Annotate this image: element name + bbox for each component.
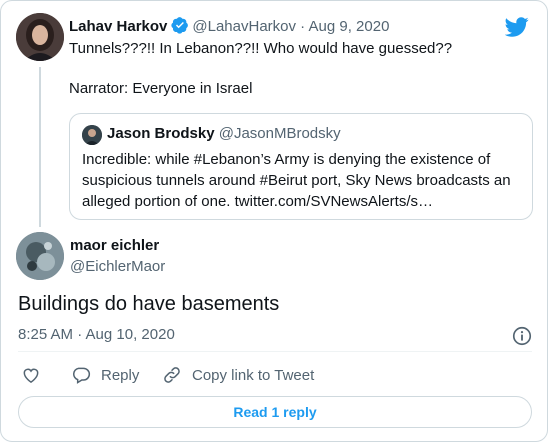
reply-tweet-text: Buildings do have basements xyxy=(18,293,280,315)
divider xyxy=(18,351,532,352)
parent-author-name[interactable]: Lahav Harkov xyxy=(69,18,167,35)
quoted-tweet[interactable]: Jason Brodsky @JasonMBrodsky Incredible:… xyxy=(69,113,533,220)
quoted-author-handle: @JasonMBrodsky xyxy=(218,125,341,142)
reply-icon xyxy=(73,367,91,384)
reply-author-handle[interactable]: @EichlerMaor xyxy=(70,257,165,277)
copy-link-button[interactable]: Copy link to Tweet xyxy=(162,365,314,385)
thread-connector-line xyxy=(39,67,41,227)
read-replies-button[interactable]: Read 1 reply xyxy=(18,396,532,428)
parent-tweet-date[interactable]: Aug 9, 2020 xyxy=(309,18,390,35)
twitter-bird-icon[interactable] xyxy=(505,15,529,39)
quoted-tweet-header: Jason Brodsky @JasonMBrodsky xyxy=(107,124,341,144)
avatar-maor-eichler[interactable] xyxy=(16,232,64,280)
info-icon[interactable] xyxy=(511,325,533,347)
quoted-tweet-text: Incredible: while #Lebanon’s Army is den… xyxy=(82,151,511,210)
meta-separator: · xyxy=(300,18,306,35)
like-button[interactable] xyxy=(21,365,41,385)
parent-author-handle[interactable]: @LahavHarkov xyxy=(192,18,296,35)
parent-tweet-text: Tunnels???!! In Lebanon??!! Who would ha… xyxy=(69,39,509,99)
parent-tweet-line-1: Tunnels???!! In Lebanon??!! Who would ha… xyxy=(69,40,453,57)
avatar-jason-brodsky xyxy=(82,125,102,145)
heart-icon xyxy=(23,368,39,383)
parent-tweet-line-2: Narrator: Everyone in Israel xyxy=(69,80,253,97)
reply-label: Reply xyxy=(101,366,140,384)
link-icon xyxy=(164,367,180,383)
reply-author-name[interactable]: maor eichler xyxy=(70,236,159,256)
reply-button[interactable]: Reply xyxy=(71,365,139,385)
quoted-author-name: Jason Brodsky xyxy=(107,125,215,142)
reply-timestamp[interactable]: 8:25 AM · Aug 10, 2020 xyxy=(18,325,175,345)
verified-badge-icon xyxy=(171,17,189,34)
embedded-tweet-card: Lahav Harkov @LahavHarkov · Aug 9, 2020 T… xyxy=(0,0,548,442)
parent-tweet-header: Lahav Harkov @LahavHarkov · Aug 9, 2020 xyxy=(69,16,389,37)
copy-link-label: Copy link to Tweet xyxy=(192,366,315,384)
avatar-lahav-harkov[interactable] xyxy=(16,13,64,61)
